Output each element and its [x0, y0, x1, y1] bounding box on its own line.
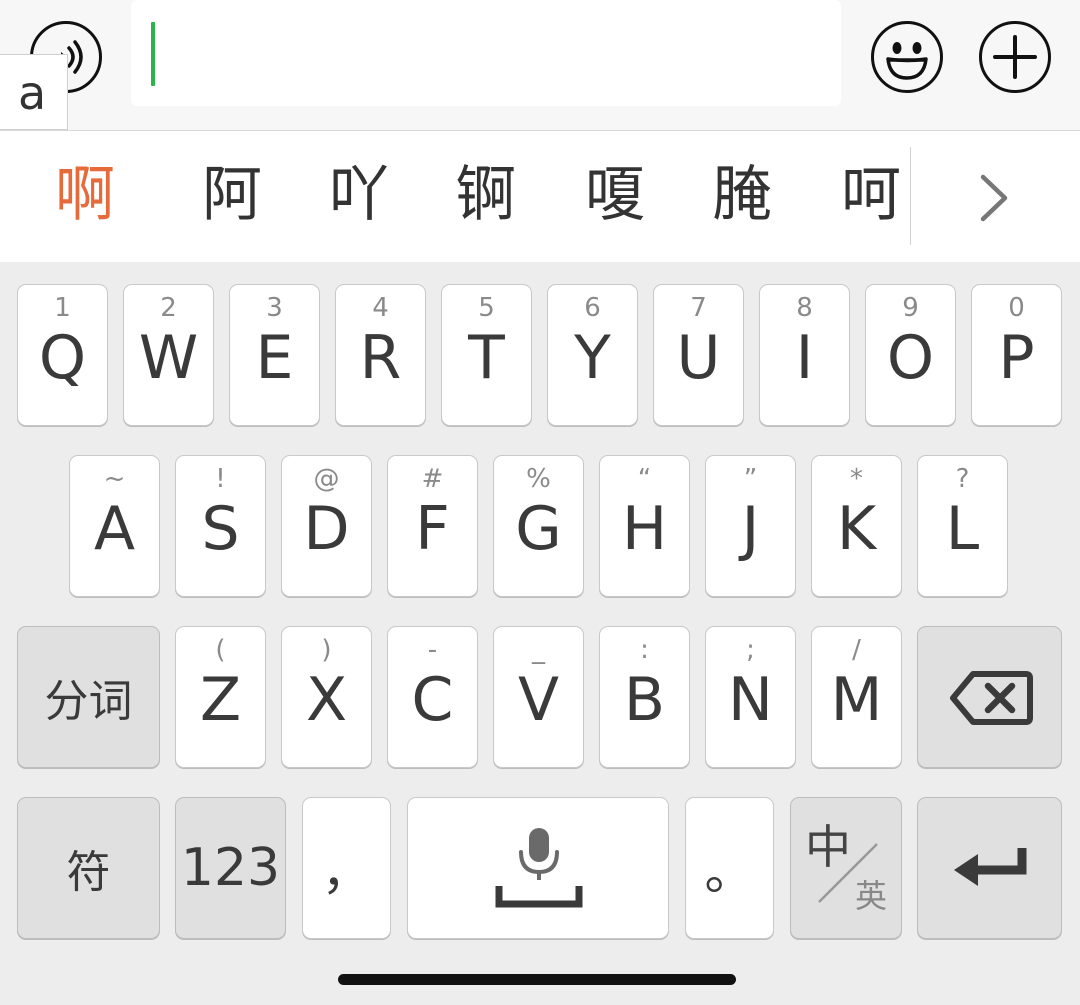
candidate-6[interactable]: 腌: [697, 159, 787, 231]
candidate-divider: [910, 147, 911, 245]
key-g[interactable]: % G: [493, 455, 584, 597]
key-n[interactable]: ; N: [705, 626, 796, 768]
number-mode-key[interactable]: 123: [175, 797, 286, 939]
expand-candidates-button[interactable]: [955, 161, 1035, 233]
key-t[interactable]: 5 T: [441, 284, 532, 426]
backspace-key[interactable]: [917, 626, 1062, 768]
key-o[interactable]: 9 O: [865, 284, 956, 426]
key-i[interactable]: 8 I: [759, 284, 850, 426]
candidate-4[interactable]: 锕: [441, 159, 531, 231]
key-e[interactable]: 3 E: [229, 284, 320, 426]
period-key[interactable]: 。: [685, 797, 774, 939]
enter-key[interactable]: [917, 797, 1062, 939]
english-mode-label: 英: [855, 877, 888, 915]
comma-key[interactable]: ，: [302, 797, 391, 939]
key-r[interactable]: 4 R: [335, 284, 426, 426]
chevron-right-icon: [980, 174, 1008, 222]
segment-key[interactable]: 分词: [17, 626, 160, 768]
emoji-icon: [886, 42, 928, 80]
key-j[interactable]: ” J: [705, 455, 796, 597]
space-voice-key[interactable]: [407, 797, 669, 939]
key-p[interactable]: 0 P: [971, 284, 1062, 426]
plus-icon: [993, 35, 1037, 79]
emoji-button[interactable]: [871, 21, 943, 93]
key-m[interactable]: / M: [811, 626, 902, 768]
key-k[interactable]: * K: [811, 455, 902, 597]
enter-icon: [954, 848, 1027, 886]
key-c[interactable]: - C: [387, 626, 478, 768]
candidate-bar: 啊 阿 吖 锕 嗄 腌 呵: [0, 131, 1080, 262]
key-u[interactable]: 7 U: [653, 284, 744, 426]
candidate-5[interactable]: 嗄: [570, 159, 660, 231]
more-functions-button[interactable]: [979, 21, 1051, 93]
key-b[interactable]: : B: [599, 626, 690, 768]
candidate-1[interactable]: 啊: [40, 159, 130, 231]
key-y[interactable]: 6 Y: [547, 284, 638, 426]
microphone-icon: [495, 828, 583, 908]
language-switch-key[interactable]: 中 英: [790, 797, 902, 939]
key-z[interactable]: ( Z: [175, 626, 266, 768]
backspace-icon: [950, 671, 1033, 725]
key-s[interactable]: ! S: [175, 455, 266, 597]
key-x[interactable]: ) X: [281, 626, 372, 768]
key-d[interactable]: @ D: [281, 455, 372, 597]
chat-input-bar: a: [0, 0, 1080, 131]
key-h[interactable]: “ H: [599, 455, 690, 597]
key-a[interactable]: ~ A: [69, 455, 160, 597]
key-w[interactable]: 2 W: [123, 284, 214, 426]
home-indicator[interactable]: [338, 974, 736, 985]
pinyin-composition: a: [0, 54, 68, 130]
symbol-key[interactable]: 符: [17, 797, 160, 939]
message-text-field[interactable]: [131, 0, 841, 106]
candidate-2[interactable]: 阿: [187, 159, 277, 231]
text-cursor: [151, 22, 155, 86]
key-l[interactable]: ? L: [917, 455, 1008, 597]
key-v[interactable]: _ V: [493, 626, 584, 768]
key-q[interactable]: 1 Q: [17, 284, 108, 426]
candidate-3[interactable]: 吖: [314, 159, 404, 231]
candidate-7[interactable]: 呵: [826, 159, 916, 231]
key-f[interactable]: # F: [387, 455, 478, 597]
